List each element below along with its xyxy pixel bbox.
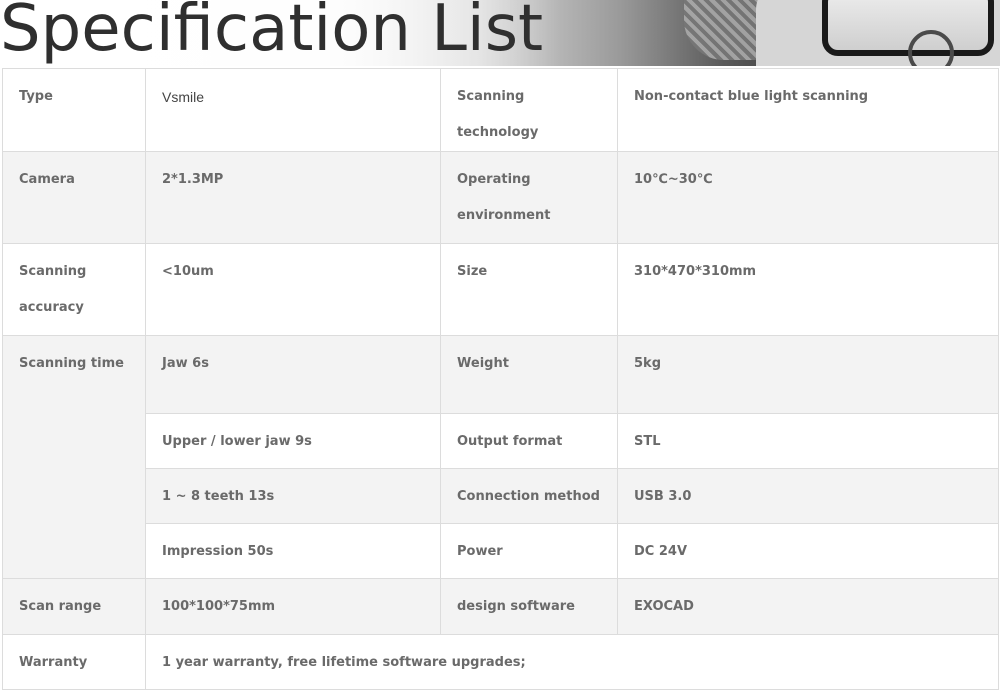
- spec-value-scanning-time-teeth: 1 ~ 8 teeth 13s: [145, 468, 441, 524]
- spec-label-design-software: design software: [440, 578, 618, 635]
- spec-value-scanning-time-impression: Impression 50s: [145, 523, 441, 579]
- spec-label-scanning-technology: Scanning technology: [440, 68, 618, 152]
- spec-value-output-format: STL: [617, 413, 999, 469]
- specification-table: Type Vsmile Scanning technology Non-cont…: [2, 68, 999, 690]
- page-title: Specification List: [0, 0, 544, 66]
- spec-value-weight: 5kg: [617, 335, 999, 414]
- spec-value-scanning-technology: Non-contact blue light scanning: [617, 68, 999, 152]
- table-row: 1 ~ 8 teeth 13s Connection method USB 3.…: [3, 468, 999, 524]
- spec-value-design-software: EXOCAD: [617, 578, 999, 635]
- spec-label-size: Size: [440, 243, 618, 336]
- spec-label-connection-method: Connection method: [440, 468, 618, 524]
- spec-label-weight: Weight: [440, 335, 618, 414]
- table-row: Scanning accuracy <10um Size 310*470*310…: [2, 243, 999, 336]
- spec-label-type: Type: [2, 68, 146, 152]
- spec-value-type: Vsmile: [145, 68, 441, 152]
- spec-label-scanning-accuracy: Scanning accuracy: [2, 243, 146, 336]
- table-row: Upper / lower jaw 9s Output format STL: [3, 413, 999, 469]
- spec-value-scanning-time-upper-lower: Upper / lower jaw 9s: [145, 413, 441, 469]
- spec-label-camera: Camera: [2, 151, 146, 244]
- spec-label-output-format: Output format: [440, 413, 618, 469]
- spec-value-camera: 2*1.3MP: [145, 151, 441, 244]
- spec-label-operating-environment: Operating environment: [440, 151, 618, 244]
- table-row: Warranty 1 year warranty, free lifetime …: [2, 634, 999, 690]
- spec-label-scan-range: Scan range: [2, 578, 146, 635]
- table-row: Impression 50s Power DC 24V: [3, 523, 999, 579]
- spec-value-scan-range: 100*100*75mm: [145, 578, 441, 635]
- spec-value-operating-environment: 10℃~30℃: [617, 151, 999, 244]
- table-row: Type Vsmile Scanning technology Non-cont…: [2, 68, 999, 152]
- spec-value-size: 310*470*310mm: [617, 243, 999, 336]
- table-row: Scan range 100*100*75mm design software …: [2, 578, 999, 635]
- spec-value-scanning-accuracy: <10um: [145, 243, 441, 336]
- spec-value-power: DC 24V: [617, 523, 999, 579]
- spec-value-scanning-time-jaw: Jaw 6s: [145, 335, 441, 414]
- spec-label-scanning-time: Scanning time: [2, 335, 146, 579]
- spec-value-warranty: 1 year warranty, free lifetime software …: [145, 634, 999, 690]
- spec-label-power: Power: [440, 523, 618, 579]
- header-banner: Specification List: [0, 0, 1000, 66]
- spec-label-warranty: Warranty: [2, 634, 146, 690]
- table-row: Scanning time Jaw 6s Weight 5kg: [2, 335, 999, 579]
- table-row: Camera 2*1.3MP Operating environment 10℃…: [2, 151, 999, 244]
- spec-value-connection-method: USB 3.0: [617, 468, 999, 524]
